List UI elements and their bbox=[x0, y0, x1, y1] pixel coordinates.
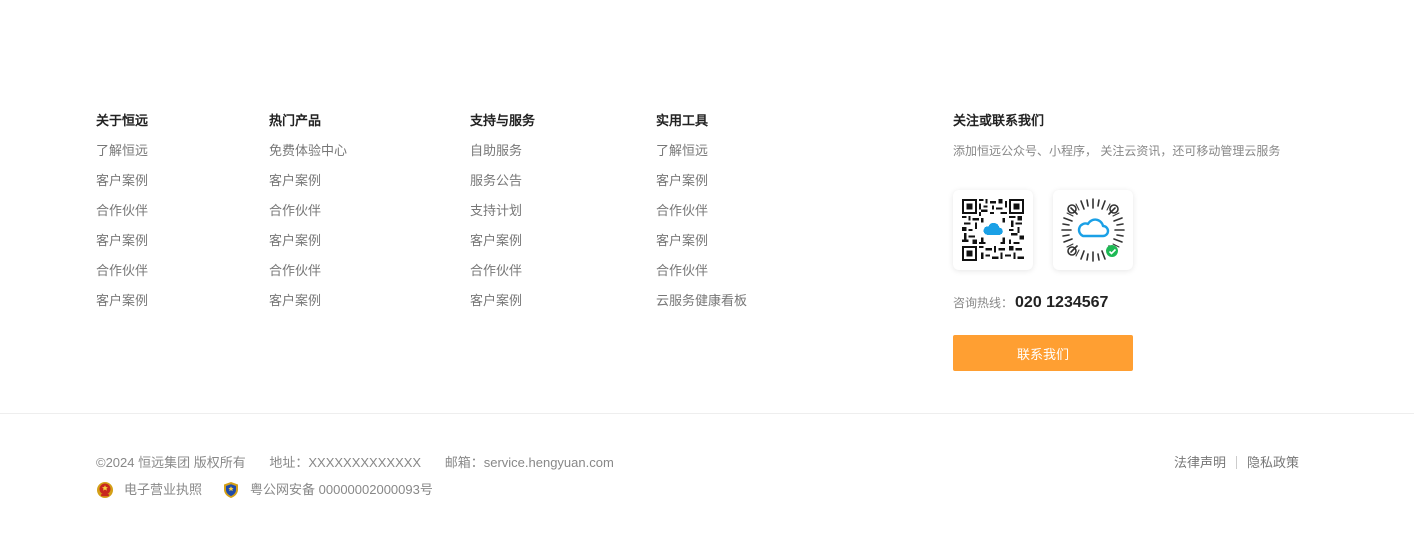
contact-title: 关注或联系我们 bbox=[953, 113, 1045, 128]
column-title: 支持与服务 bbox=[470, 113, 536, 128]
hotline-number: 020 1234567 bbox=[1015, 294, 1109, 311]
footer-link[interactable]: 客户案例 bbox=[269, 173, 347, 203]
contact-us-button[interactable]: 联系我们 bbox=[953, 335, 1133, 371]
column-title: 关于恒远 bbox=[96, 113, 149, 128]
national-emblem-icon bbox=[97, 482, 113, 498]
column-title: 热门产品 bbox=[269, 113, 322, 128]
footer-link[interactable]: 了解恒远 bbox=[96, 143, 148, 173]
police-record-text: 粤公网安备 00000002000093号 bbox=[250, 482, 433, 497]
footer-info-line: ©2024 恒远集团 版权所有 地址：XXXXXXXXXXXXX 邮箱：serv… bbox=[96, 455, 1299, 471]
mini-program-card[interactable] bbox=[1053, 190, 1133, 270]
wechat-qr-card[interactable] bbox=[953, 190, 1033, 270]
footer-column-tools: 实用工具 了解恒远 客户案例 合作伙伴 客户案例 合作伙伴 云服务健康看板 bbox=[656, 113, 747, 323]
footer-link[interactable]: 合作伙伴 bbox=[656, 203, 747, 233]
footer-link[interactable]: 免费体验中心 bbox=[269, 143, 347, 173]
footer-link[interactable]: 合作伙伴 bbox=[269, 203, 347, 233]
column-title: 实用工具 bbox=[656, 113, 709, 128]
footer-link[interactable]: 合作伙伴 bbox=[470, 263, 535, 293]
business-license-link[interactable]: 电子营业执照 bbox=[96, 481, 202, 499]
link-separator bbox=[1235, 456, 1237, 469]
footer-link[interactable]: 云服务健康看板 bbox=[656, 293, 747, 323]
footer-link[interactable]: 客户案例 bbox=[269, 293, 347, 323]
footer-column-support: 支持与服务 自助服务 服务公告 支持计划 客户案例 合作伙伴 客户案例 bbox=[470, 113, 535, 323]
hotline: 咨询热线： 020 1234567 bbox=[953, 293, 1108, 313]
hotline-label: 咨询热线： bbox=[953, 296, 1014, 310]
footer-link[interactable]: 客户案例 bbox=[269, 233, 347, 263]
footer-column-about: 关于恒远 了解恒远 客户案例 合作伙伴 客户案例 合作伙伴 客户案例 bbox=[96, 113, 148, 323]
police-badge-icon bbox=[224, 482, 239, 498]
footer-link[interactable]: 了解恒远 bbox=[656, 143, 747, 173]
footer-column-products: 热门产品 免费体验中心 客户案例 合作伙伴 客户案例 合作伙伴 客户案例 bbox=[269, 113, 347, 323]
footer-link[interactable]: 自助服务 bbox=[470, 143, 535, 173]
footer-link[interactable]: 合作伙伴 bbox=[656, 263, 747, 293]
privacy-policy-link[interactable]: 隐私政策 bbox=[1247, 455, 1299, 470]
footer-link[interactable]: 客户案例 bbox=[656, 233, 747, 263]
footer-link[interactable]: 支持计划 bbox=[470, 203, 535, 233]
address-text: 地址：XXXXXXXXXXXXX bbox=[269, 455, 422, 470]
footer-link[interactable]: 客户案例 bbox=[96, 233, 148, 263]
footer-link[interactable]: 服务公告 bbox=[470, 173, 535, 203]
qr-code-row bbox=[953, 190, 1133, 270]
footer-link[interactable]: 合作伙伴 bbox=[269, 263, 347, 293]
qr-code-icon bbox=[962, 199, 1024, 261]
email-text: 邮箱：service.hengyuan.com bbox=[444, 455, 614, 470]
footer-link[interactable]: 客户案例 bbox=[470, 233, 535, 263]
mini-program-code-icon bbox=[1061, 198, 1125, 262]
footer-link[interactable]: 客户案例 bbox=[656, 173, 747, 203]
contact-description: 添加恒远公众号、小程序， 关注云资讯，还可移动管理云服务 bbox=[953, 144, 1281, 158]
footer-link[interactable]: 合作伙伴 bbox=[96, 263, 148, 293]
legal-notice-link[interactable]: 法律声明 bbox=[1174, 455, 1226, 470]
site-footer: 关于恒远 了解恒远 客户案例 合作伙伴 客户案例 合作伙伴 客户案例 热门产品 … bbox=[0, 0, 1414, 554]
business-license-text: 电子营业执照 bbox=[124, 482, 203, 497]
contact-section: 关注或联系我们 添加恒远公众号、小程序， 关注云资讯，还可移动管理云服务 咨询热… bbox=[953, 113, 1313, 371]
police-record-link[interactable]: 粤公网安备 00000002000093号 bbox=[222, 481, 433, 499]
footer-divider bbox=[0, 413, 1414, 414]
copyright-text: ©2024 恒远集团 版权所有 bbox=[96, 455, 246, 470]
legal-links: 法律声明 隐私政策 bbox=[1174, 455, 1299, 471]
footer-link[interactable]: 合作伙伴 bbox=[96, 203, 148, 233]
footer-link[interactable]: 客户案例 bbox=[96, 173, 148, 203]
footer-license-line: 电子营业执照 粤公网安备 00000002000093号 bbox=[96, 481, 1299, 499]
footer-link[interactable]: 客户案例 bbox=[96, 293, 148, 323]
footer-bottom-bar: ©2024 恒远集团 版权所有 地址：XXXXXXXXXXXXX 邮箱：serv… bbox=[96, 455, 1299, 499]
footer-link[interactable]: 客户案例 bbox=[470, 293, 535, 323]
